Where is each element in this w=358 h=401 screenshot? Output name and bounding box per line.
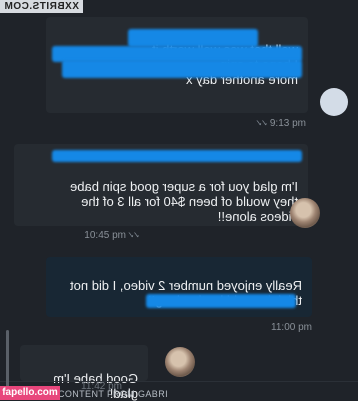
message-bubble-3[interactable]: Really enjoyed number 2 video, I did not…	[46, 257, 312, 317]
redaction-block	[52, 150, 302, 162]
redaction-block	[146, 294, 296, 308]
read-check-icon: ✓✓	[128, 230, 140, 240]
message-time-2: 10:45 pm	[84, 230, 126, 241]
scrollbar[interactable]	[6, 330, 9, 388]
avatar[interactable]	[165, 347, 195, 377]
message-time-1: 9:13 pm	[269, 118, 306, 129]
watermark-bottom: fapello.com	[0, 386, 60, 400]
read-check-icon: ✓✓	[256, 118, 268, 128]
avatar[interactable]	[320, 88, 348, 116]
watermark-top: XXBRITS.COM	[0, 0, 83, 13]
watermark-top-text: XXBRITS.COM	[4, 1, 79, 12]
message-text-2: I'm glad you for a super good spin babe …	[70, 179, 298, 224]
message-time-3: 11:00 pm	[271, 322, 312, 333]
avatar[interactable]	[290, 198, 320, 228]
redaction-block	[128, 29, 258, 47]
redaction-block	[62, 60, 302, 78]
divider	[0, 381, 358, 382]
footer-text: CONTENT FROM GABRI	[57, 389, 168, 399]
chat-thread: well that was well worth it. I hope to s…	[0, 0, 358, 401]
message-bubble-4[interactable]: Good babe I'm glad!	[20, 345, 148, 401]
